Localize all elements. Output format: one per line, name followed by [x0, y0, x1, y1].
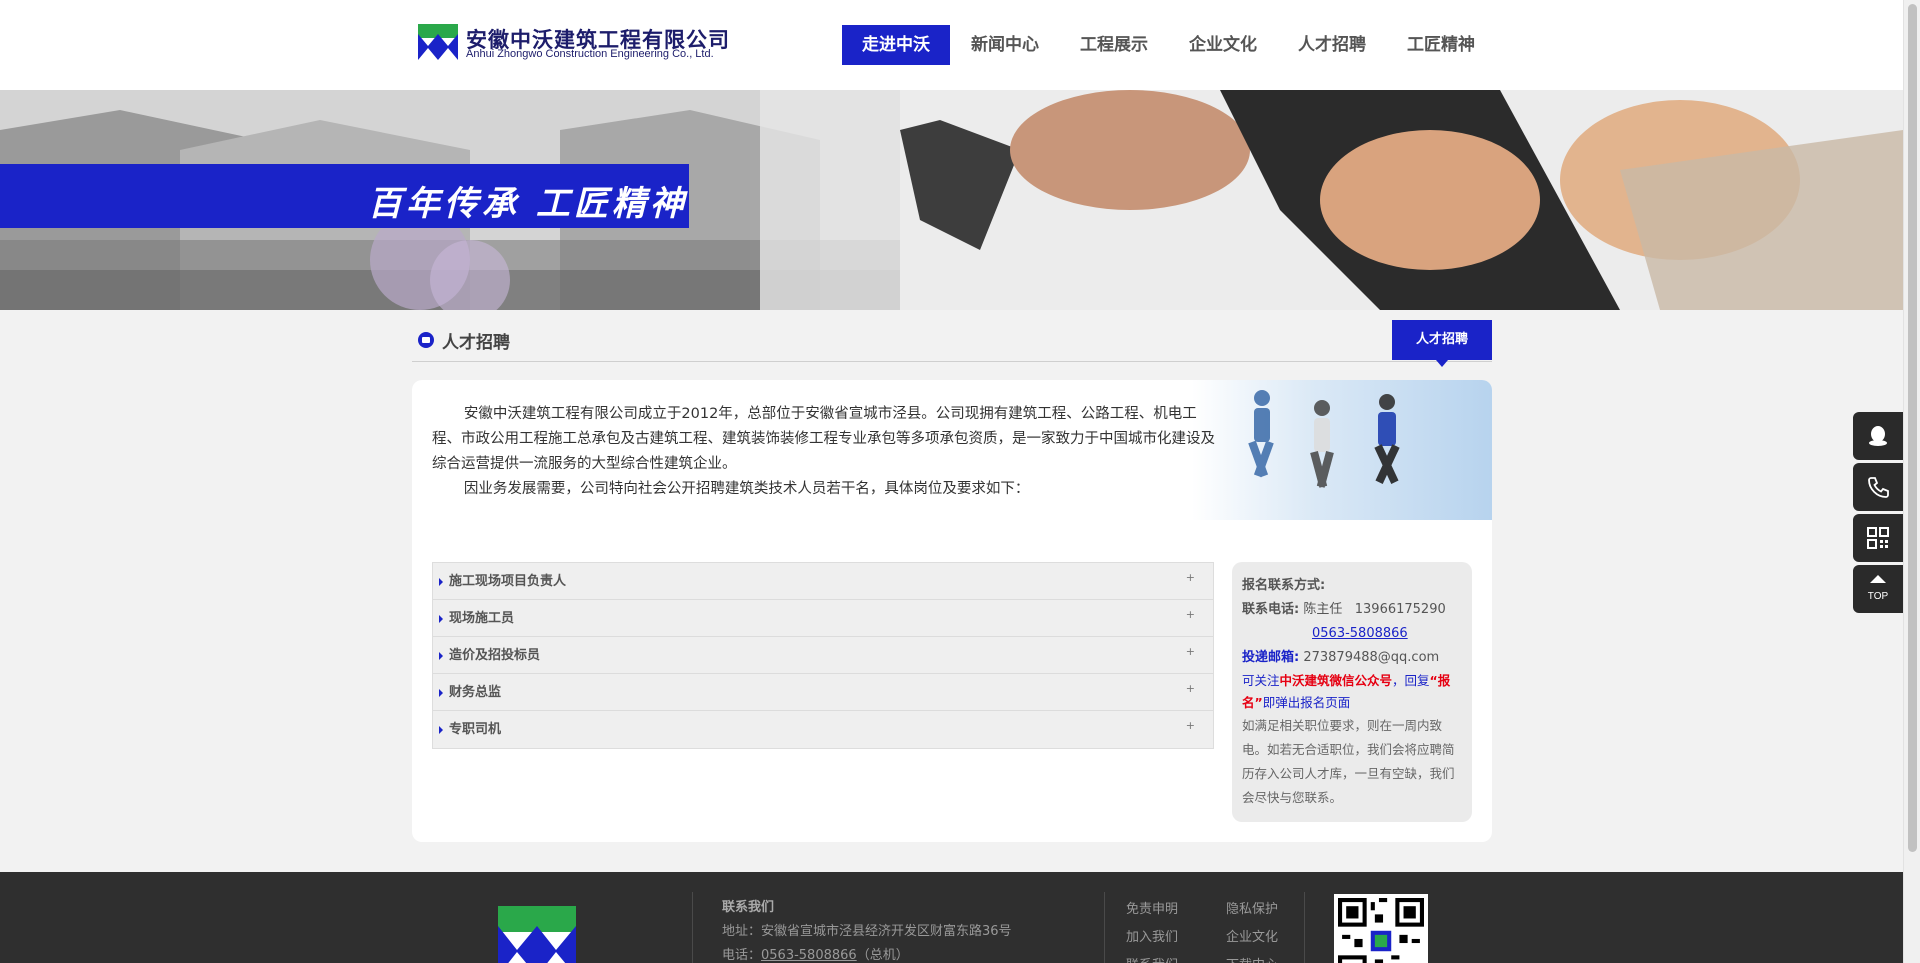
wechat-note: 可关注中沃建筑微信公众号，回复“报名”即弹出报名页面: [1242, 670, 1462, 714]
logo-company-name-en: Anhui Zhongwo Construction Engineering C…: [466, 48, 714, 60]
nav-item-craftsmanship[interactable]: 工匠精神: [1387, 25, 1495, 65]
qrcode-button[interactable]: [1853, 514, 1903, 562]
footer-phone-link[interactable]: 0563-5808866: [761, 948, 857, 963]
footer-links: 免责申明 隐私保护 加入我们 企业文化 联系我们 下载中心: [1126, 896, 1286, 963]
scrollbar-thumb[interactable]: [1908, 4, 1917, 852]
section-header: 人才招聘 人才招聘: [412, 320, 1492, 367]
footer-qrcode: [1334, 894, 1428, 963]
contact-person: 陈主任: [1303, 602, 1343, 617]
section-title: 人才招聘: [442, 333, 510, 353]
floating-toolbar: TOP: [1853, 412, 1903, 616]
company-logo[interactable]: 安徽中沃建筑工程有限公司 Anhui Zhongwo Construction …: [418, 22, 738, 66]
job-list: 施工现场项目负责人 + 现场施工员 + 造价及招投标员 + 财务总监 + 专职司机 +: [432, 562, 1214, 749]
footer-contact-title: 联系我们: [722, 900, 775, 915]
back-to-top-button[interactable]: TOP: [1853, 565, 1903, 613]
qrcode-icon: [1867, 527, 1889, 549]
qq-button[interactable]: [1853, 412, 1903, 460]
intro-paragraph: 安徽中沃建筑工程有限公司成立于2012年，总部位于安徽省宣城市泾县。公司现拥有建…: [432, 406, 1215, 472]
phone-icon: [1868, 477, 1889, 498]
application-contact-box: 报名联系方式: 联系电话: 陈主任 13966175290 0563-58088…: [1232, 562, 1472, 822]
footer-link-contact[interactable]: 联系我们: [1126, 952, 1226, 963]
contact-email-row: 投递邮箱: 273879488@qq.com: [1242, 646, 1462, 670]
footer-link-culture[interactable]: 企业文化: [1226, 924, 1326, 952]
nav-item-projects[interactable]: 工程展示: [1060, 25, 1168, 65]
qq-icon: [1869, 426, 1887, 446]
footer-divider: [1304, 892, 1305, 963]
section-tab-recruitment[interactable]: 人才招聘: [1392, 320, 1492, 367]
nav-item-about[interactable]: 走进中沃: [842, 25, 950, 65]
footer-phone-prefix: 电话：: [722, 948, 762, 963]
expand-icon[interactable]: +: [1186, 596, 1195, 633]
nav-item-culture[interactable]: 企业文化: [1169, 25, 1277, 65]
footer-divider: [692, 892, 693, 963]
wechat-mid: ，回复: [1392, 673, 1430, 688]
email-label: 投递邮箱:: [1242, 650, 1300, 665]
wechat-account-name: 中沃建筑微信公众号: [1279, 673, 1393, 688]
job-title: 专职司机: [449, 722, 502, 737]
job-item-driver[interactable]: 专职司机 +: [433, 711, 1213, 748]
footer-link-join-us[interactable]: 加入我们: [1126, 924, 1226, 952]
top-label: TOP: [1867, 591, 1889, 602]
page-scrollbar[interactable]: [1903, 0, 1920, 963]
contact-mobile: 13966175290: [1354, 602, 1446, 617]
jumping-people-image: [1192, 380, 1492, 520]
logo-mark-icon: [418, 24, 458, 60]
footer-divider: [1104, 892, 1105, 963]
contact-landline-link[interactable]: 0563-5808866: [1312, 626, 1408, 641]
expand-icon[interactable]: +: [1186, 633, 1195, 670]
nav-item-news[interactable]: 新闻中心: [951, 25, 1059, 65]
footer-link-privacy[interactable]: 隐私保护: [1226, 896, 1326, 924]
footer-phone-row: 电话：0563-5808866（总机）: [722, 944, 1012, 963]
contact-email: 273879488@qq.com: [1303, 650, 1440, 665]
intro-paragraph: 因业务发展需要，公司特向社会公开招聘建筑类技术人员若干名，具体岗位及要求如下：: [463, 481, 1030, 497]
footer-address: 地址：安徽省宣城市泾县经济开发区财富东路36号: [722, 924, 1012, 939]
footer-contact: 联系我们 地址：安徽省宣城市泾县经济开发区财富东路36号 电话：0563-580…: [722, 896, 1012, 963]
expand-icon[interactable]: +: [1186, 559, 1195, 596]
site-footer: 联系我们 地址：安徽省宣城市泾县经济开发区财富东路36号 电话：0563-580…: [0, 872, 1903, 963]
job-title: 造价及招投标员: [449, 648, 541, 663]
contact-note: 如满足相关职位要求，则在一周内致电。如若无合适职位，我们会将应聘简历存入公司人才…: [1242, 718, 1455, 805]
expand-icon[interactable]: +: [1186, 707, 1195, 744]
job-item-finance-director[interactable]: 财务总监 +: [433, 674, 1213, 711]
contact-phone-row: 联系电话: 陈主任 13966175290: [1242, 598, 1462, 622]
job-item-site-constructor[interactable]: 现场施工员 +: [433, 600, 1213, 637]
footer-link-downloads[interactable]: 下载中心: [1226, 952, 1326, 963]
home-icon: [418, 332, 434, 348]
banner-handshake-image: [900, 90, 1903, 310]
jumping-people-illustration: [1248, 390, 1400, 488]
contact-landline-row: 0563-5808866: [1242, 622, 1462, 646]
job-title: 财务总监: [449, 685, 502, 700]
qrcode-image: [1338, 898, 1424, 963]
nav-item-recruitment[interactable]: 人才招聘: [1278, 25, 1386, 65]
job-item-project-manager[interactable]: 施工现场项目负责人 +: [433, 563, 1213, 600]
arrow-up-icon: [1870, 575, 1886, 583]
hero-banner: 百年传承 工匠精神: [0, 90, 1903, 310]
footer-link-disclaimer[interactable]: 免责申明: [1126, 896, 1226, 924]
phone-label: 联系电话:: [1242, 602, 1300, 617]
job-item-cost-bidding[interactable]: 造价及招投标员 +: [433, 637, 1213, 674]
main-nav: 走进中沃 新闻中心 工程展示 企业文化 人才招聘 工匠精神: [842, 25, 1496, 65]
recruitment-card: 安徽中沃建筑工程有限公司成立于2012年，总部位于安徽省宣城市泾县。公司现拥有建…: [412, 380, 1492, 842]
site-header: 安徽中沃建筑工程有限公司 Anhui Zhongwo Construction …: [0, 0, 1903, 90]
footer-phone-suffix: （总机）: [856, 948, 909, 963]
slogan-bar: 百年传承 工匠精神: [0, 164, 689, 228]
phone-button[interactable]: [1853, 463, 1903, 511]
job-title: 现场施工员: [449, 611, 515, 626]
expand-icon[interactable]: +: [1186, 670, 1195, 707]
company-intro: 安徽中沃建筑工程有限公司成立于2012年，总部位于安徽省宣城市泾县。公司现拥有建…: [432, 402, 1222, 502]
wechat-pre: 可关注: [1242, 673, 1280, 688]
wechat-post: 即弹出报名页面: [1262, 695, 1351, 710]
slogan-text: 百年传承 工匠精神: [368, 184, 688, 224]
footer-logo: [498, 906, 576, 963]
contact-heading: 报名联系方式:: [1242, 578, 1326, 593]
job-title: 施工现场项目负责人: [449, 574, 567, 589]
